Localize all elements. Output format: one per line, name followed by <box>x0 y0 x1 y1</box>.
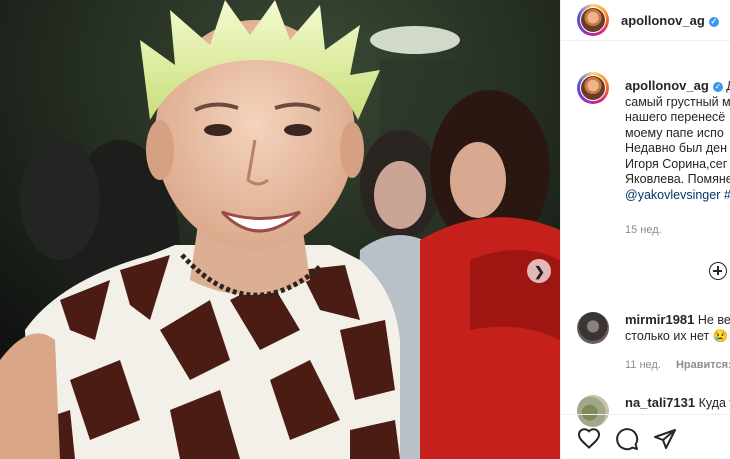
action-bar <box>561 414 730 459</box>
comment-line-2: столько их нет 😢 <box>625 329 729 343</box>
comment-meta: 11 нед. Нравится: 1 <box>625 359 730 371</box>
share-icon[interactable] <box>653 427 677 451</box>
caption-line-1: самый грустный м <box>625 94 730 109</box>
post-header: apollonov_ag ✓ <box>561 0 730 41</box>
post-sidebar: apollonov_ag✓ apollonov_ag✓ Д самый грус… <box>560 0 730 459</box>
comment-username[interactable]: mirmir1981 <box>625 312 694 327</box>
comment-username[interactable]: na_tali7131 <box>625 395 695 410</box>
comment-likes[interactable]: Нравится: 1 <box>676 359 730 371</box>
plus-circle-icon[interactable] <box>709 262 727 280</box>
caption-avatar[interactable] <box>577 72 609 104</box>
caption-line-0: Д <box>726 79 730 93</box>
comment-icon[interactable] <box>615 427 639 451</box>
comment-line-1: Не вер <box>697 313 730 327</box>
author-username-text[interactable]: apollonov_ag <box>621 13 705 28</box>
chevron-right-icon: ❯ <box>534 263 545 279</box>
author-avatar[interactable] <box>577 4 609 36</box>
caption-timestamp[interactable]: 15 нед. <box>625 224 662 236</box>
comment-line-1: Куда у <box>698 396 730 410</box>
heart-icon[interactable] <box>577 427 601 451</box>
caption-mention-link[interactable]: @yakovlevsinger <box>625 188 720 202</box>
comment-timestamp[interactable]: 11 нед. <box>625 359 661 371</box>
carousel-next-button[interactable]: ❯ <box>527 259 551 283</box>
caption-hashtag-link[interactable]: # <box>720 188 730 202</box>
author-username[interactable]: apollonov_ag ✓ <box>621 13 719 28</box>
post-photo[interactable]: ❯ <box>0 0 560 459</box>
caption-username[interactable]: apollonov_ag <box>625 78 709 93</box>
comment-text: na_tali7131 Куда у <box>625 395 730 411</box>
verified-badge-icon: ✓ <box>712 82 723 92</box>
commenter-avatar[interactable] <box>577 312 609 344</box>
caption-line-2: нашего перенесё <box>625 110 726 124</box>
caption-line-5: Игоря Сорина,сег <box>625 156 728 171</box>
caption-text: apollonov_ag✓ Д самый грустный м нашего … <box>625 78 730 203</box>
caption-line-3: моему папе испо <box>625 125 724 140</box>
photo-illustration <box>0 0 560 459</box>
caption-line-6: Яковлева. Помяне <box>625 172 730 186</box>
verified-badge-icon: ✓ <box>708 16 719 27</box>
caption-line-4: Недавно был ден <box>625 141 727 155</box>
comment-text: mirmir1981 Не вер столько их нет 😢 <box>625 312 730 344</box>
